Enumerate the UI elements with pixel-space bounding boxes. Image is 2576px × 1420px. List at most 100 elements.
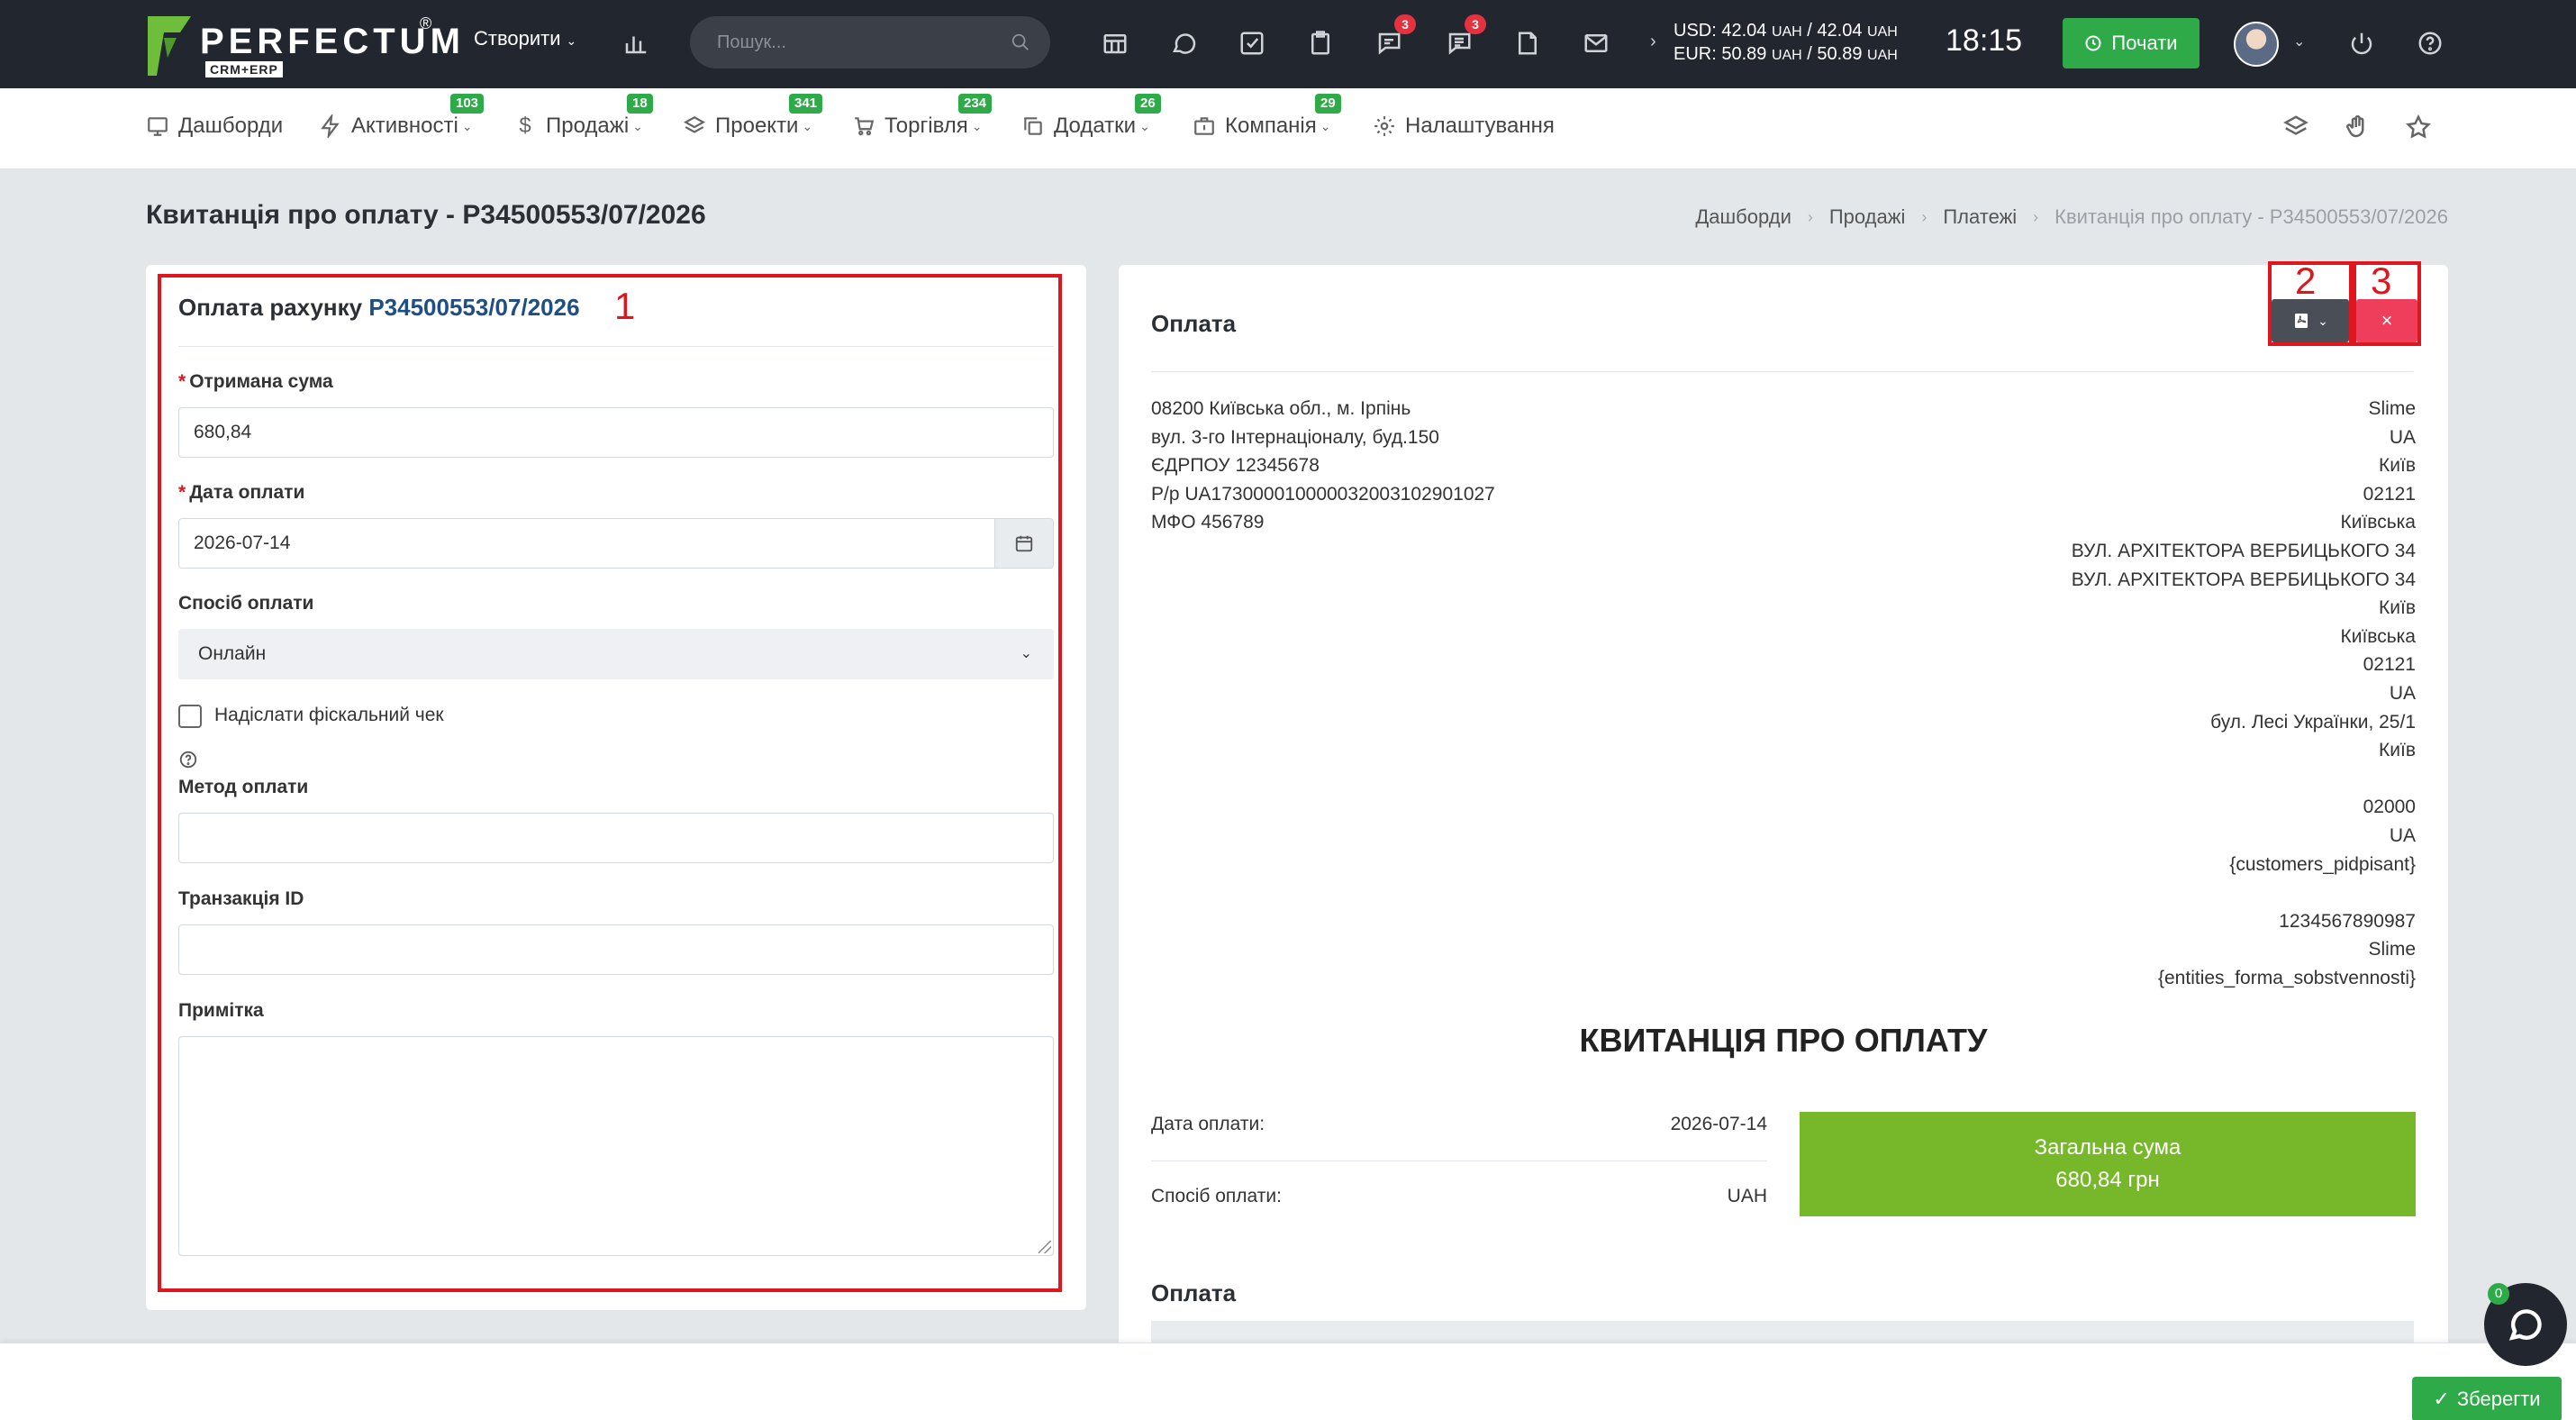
annotation-marker-3: 3 [2371,259,2392,302]
help-circle-icon[interactable] [2410,23,2450,63]
payment-mode-value: Онлайн [198,643,267,664]
annotation-marker-1: 1 [614,285,636,327]
chevron-down-icon[interactable]: ⌄ [2293,32,2305,50]
user-avatar[interactable] [2234,22,2279,67]
save-label: Зберегти [2456,1388,2541,1410]
transaction-id-input[interactable] [178,924,1054,975]
payment-method-input[interactable] [178,813,1054,863]
payment-date-input[interactable]: 2026-07-14 [178,518,996,569]
breadcrumb-dashboards[interactable]: Дашборди [1695,205,1791,229]
document-icon[interactable] [1508,23,1547,63]
bottom-action-bar [0,1343,2576,1420]
menu-label: Налаштування [1405,114,1555,138]
customer-line: ВУЛ. АРХІТЕКТОРА ВЕРБИЦЬКОГО 34 [2071,540,2416,561]
total-label: Загальна сума [2034,1135,2181,1160]
note-textarea[interactable] [178,1036,1054,1256]
chat-bubble-icon [2508,1309,2542,1341]
total-amount-box: Загальна сума 680,84 грн [1800,1112,2416,1216]
menu-item-settings[interactable]: Налаштування [1373,114,1555,139]
receipt-subtitle: Оплата [1151,1279,1237,1306]
payment-date-label-text: Дата оплати [189,482,305,503]
breadcrumb: Дашборди › Продажі › Платежі › Квитанція… [1695,205,2448,229]
annotation-marker-2: 2 [2295,259,2317,302]
breadcrumb-sales[interactable]: Продажі [1829,205,1905,229]
search-icon[interactable] [1011,32,1030,52]
company-details: 08200 Київська обл., м. Ірпінь вул. 3-го… [1151,395,1495,537]
menu-item-sales[interactable]: $ Продажі ⌄ 18 [513,94,653,139]
company-line: ЄДРПОУ 12345678 [1151,455,1320,477]
menu-item-trade[interactable]: Торгівля ⌄ 234 [852,94,993,139]
chat-bubble-icon[interactable] [1164,23,1203,63]
chevron-right-icon: › [2033,207,2039,226]
amount-label-text: Отримана сума [189,371,333,392]
invoice-link[interactable]: P34500553/07/2026 [368,294,579,321]
chat-badge: 0 [2488,1283,2509,1305]
menu-label: Активності [351,114,458,138]
page-title: Квитанція про оплату - P34500553/07/2026 [146,200,706,230]
chevron-down-icon: ⌄ [632,118,643,133]
search-input[interactable] [717,16,1005,68]
briefcase-icon [1193,114,1216,138]
bar-chart-icon[interactable] [616,23,656,63]
messages-icon[interactable]: 3 [1439,14,1486,63]
power-icon[interactable] [2342,23,2381,63]
menu-label: Торгівля [884,114,968,138]
divider [1151,371,2414,372]
search-bar [690,16,1050,68]
calendar-icon[interactable] [994,518,1054,569]
task-check-icon[interactable] [1232,23,1272,63]
customer-line: 02121 [2363,654,2416,676]
hand-icon[interactable] [2344,114,2374,144]
menu-item-company[interactable]: Компанія ⌄ 29 [1193,94,1341,139]
star-icon[interactable] [2405,114,2435,144]
menu-item-dashboards[interactable]: Дашборди [146,114,283,139]
layers-toggle-icon[interactable] [2282,114,2313,144]
amount-label: * Отримана сума [178,371,333,393]
customer-line: Київська [2340,625,2417,647]
layers-icon [683,114,706,138]
chevron-down-icon: ⌄ [566,33,577,48]
transaction-id-label: Транзакція ID [178,888,304,909]
table-header-strip [1151,1321,2414,1343]
customer-line: 1234567890987 [2279,910,2416,932]
clipboard-icon[interactable] [1301,23,1340,63]
receipt-date-row: Дата оплати: 2026-07-14 [1151,1114,1767,1135]
table-icon[interactable] [1095,23,1135,63]
customer-line: UA [2389,824,2416,846]
customer-line: Slime [2368,398,2416,419]
perfectum-logo[interactable]: PERFECTUM ® CRM+ERP [144,13,460,77]
usd-rate: USD: 42.04 UAH / 42.04 UAH [1673,21,1898,41]
comments-icon[interactable]: 3 [1369,14,1416,63]
dashboard-icon [146,114,169,138]
amount-input[interactable]: 680,84 [178,407,1054,458]
customer-line: UA [2389,682,2416,704]
form-title: Оплата рахунку P34500553/07/2026 [178,294,580,322]
menu-label: Проекти [715,114,799,138]
mail-icon[interactable] [1576,23,1616,63]
cart-icon [852,114,875,138]
payment-mode-select[interactable]: Онлайн ⌄ [178,629,1054,679]
breadcrumb-payments[interactable]: Платежі [1943,205,2017,229]
customer-line: 02000 [2363,796,2416,818]
menu-item-addons[interactable]: Додатки ⌄ 26 [1021,94,1161,139]
top-navbar: PERFECTUM ® CRM+ERP Створити ⌄ 3 3 › [0,0,2576,88]
menu-badge: 103 [450,94,485,114]
menu-item-activities[interactable]: Активності ⌄ 103 [319,94,485,140]
checkmark-icon: ✓ [2433,1388,2450,1410]
menu-label: Додатки [1054,114,1137,138]
chevron-down-icon: ⌄ [1320,118,1331,133]
fiscal-receipt-label[interactable]: Надіслати фіскальний чек [214,705,444,726]
chevron-right-icon[interactable]: › [1650,31,1656,52]
start-timer-button[interactable]: Почати [2063,18,2200,68]
create-menu-button[interactable]: Створити ⌄ [474,27,576,50]
question-circle-icon[interactable] [178,750,198,769]
save-button[interactable]: ✓ Зберегти [2412,1377,2562,1420]
comments-badge: 3 [1394,14,1416,34]
fiscal-receipt-checkbox[interactable] [178,705,202,728]
form-title-text: Оплата рахунку [178,294,363,321]
resize-handle[interactable] [1039,1241,1051,1253]
menu-label: Дашборди [178,114,284,138]
menu-item-projects[interactable]: Проекти ⌄ 341 [683,94,823,139]
receipt-card-title: Оплата [1151,310,1237,337]
company-line: Р/р UA173000010000032003102901027 [1151,483,1495,505]
